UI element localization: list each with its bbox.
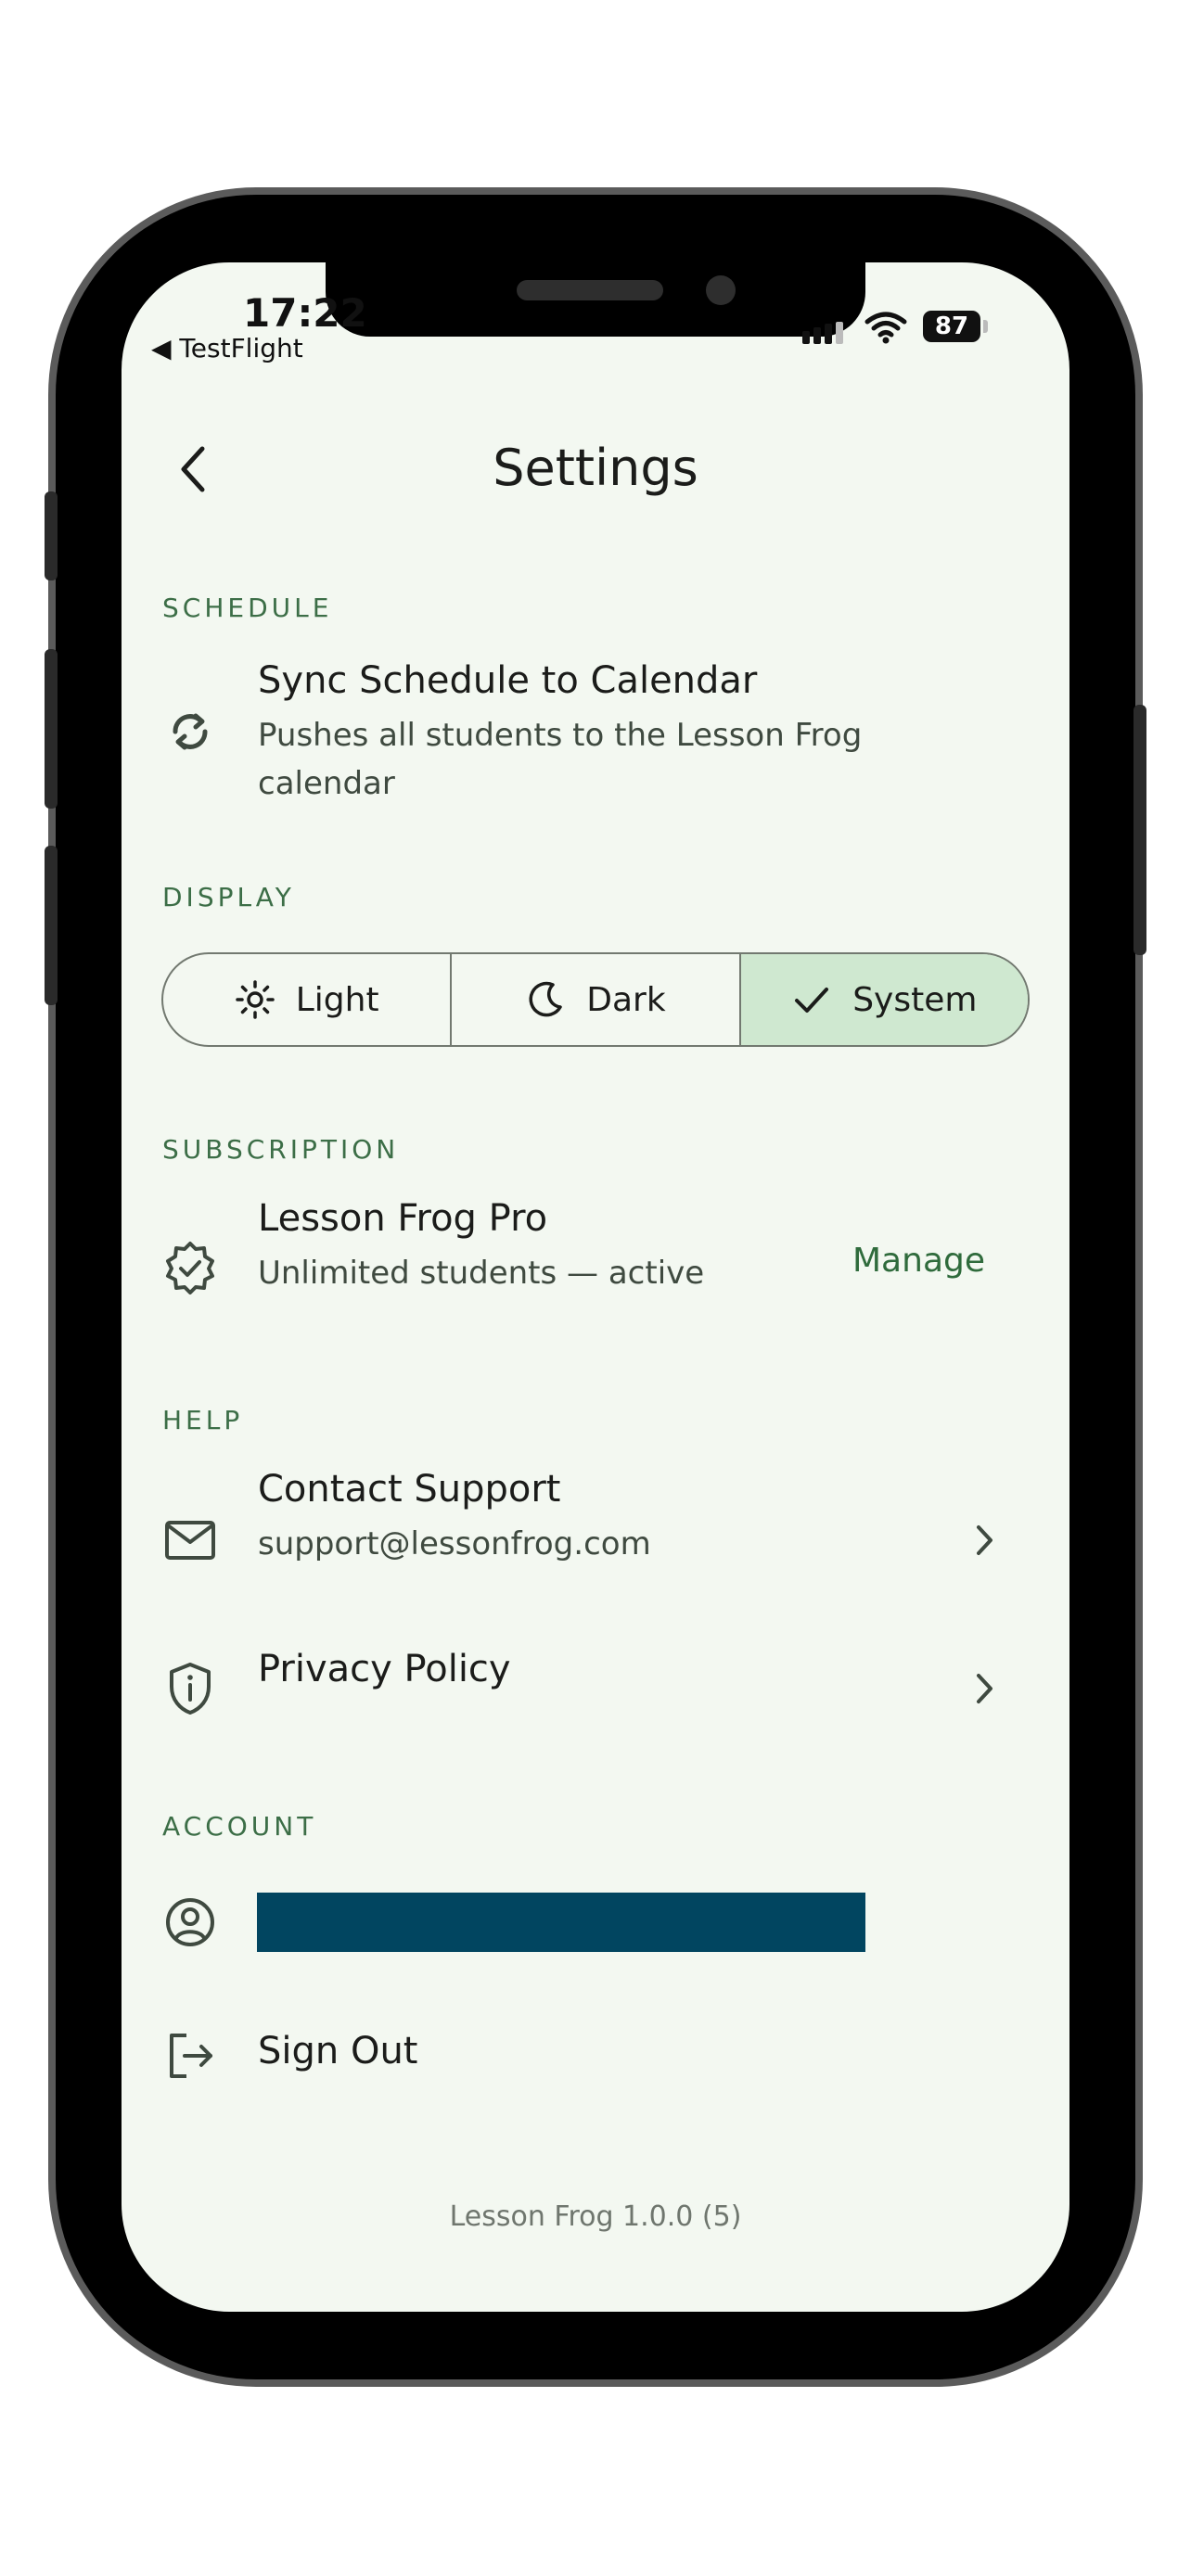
contact-support-title: Contact Support — [258, 1468, 561, 1511]
account-circle-icon — [162, 1894, 218, 1950]
battery-tip — [983, 320, 988, 333]
subscription-title: Lesson Frog Pro — [258, 1197, 548, 1240]
app-version: Lesson Frog 1.0.0 (5) — [449, 2200, 742, 2233]
back-to-app-link[interactable]: ◀ TestFlight — [151, 333, 303, 363]
theme-option-label: System — [852, 980, 978, 1019]
power-button — [1133, 705, 1146, 955]
manage-subscription-button[interactable]: Manage — [852, 1242, 985, 1280]
section-header-schedule: SCHEDULE — [162, 593, 333, 623]
app-screen: 17:22 ◀ TestFlight 87 Settings SCHEDULE … — [122, 262, 1069, 2312]
verified-badge-icon — [162, 1240, 218, 1295]
volume-up-button — [45, 649, 58, 809]
page-title: Settings — [493, 439, 698, 497]
theme-option-label: Light — [295, 980, 379, 1019]
chevron-right-icon — [966, 1522, 1003, 1559]
logout-icon — [162, 2028, 218, 2084]
front-camera — [706, 275, 736, 305]
theme-option-system[interactable]: System — [738, 954, 1028, 1045]
theme-option-light[interactable]: Light — [163, 954, 450, 1045]
sync-schedule-title: Sync Schedule to Calendar — [258, 659, 758, 702]
signal-icon — [802, 322, 843, 344]
section-header-subscription: SUBSCRIPTION — [162, 1134, 400, 1165]
check-icon — [795, 988, 829, 1013]
sun-icon — [235, 980, 275, 1019]
chevron-right-icon — [966, 1670, 1003, 1707]
battery-indicator: 87 — [923, 311, 980, 342]
sync-schedule-subtitle: Pushes all students to the Lesson Frog c… — [258, 717, 863, 802]
theme-segmented-control: Light Dark System — [161, 952, 1030, 1047]
privacy-policy-title: Privacy Policy — [258, 1648, 511, 1690]
subscription-subtitle: Unlimited students — active — [258, 1255, 705, 1292]
redacted-account-email — [257, 1893, 865, 1952]
section-header-display: DISPLAY — [162, 882, 295, 912]
volume-down-button — [45, 846, 58, 1005]
mail-icon — [162, 1512, 218, 1568]
section-header-help: HELP — [162, 1405, 244, 1435]
status-time: 17:22 — [243, 290, 367, 336]
section-header-account: ACCOUNT — [162, 1811, 317, 1842]
shield-info-icon — [162, 1661, 218, 1716]
contact-support-email: support@lessonfrog.com — [258, 1525, 651, 1562]
wifi-icon — [864, 312, 907, 344]
theme-option-label: Dark — [586, 980, 666, 1019]
mute-switch — [45, 491, 58, 580]
moon-icon — [529, 981, 563, 1017]
notch — [326, 262, 865, 337]
sign-out-label: Sign Out — [258, 2030, 418, 2072]
sync-icon — [162, 704, 218, 759]
theme-option-dark[interactable]: Dark — [450, 954, 738, 1045]
speaker — [517, 280, 663, 300]
